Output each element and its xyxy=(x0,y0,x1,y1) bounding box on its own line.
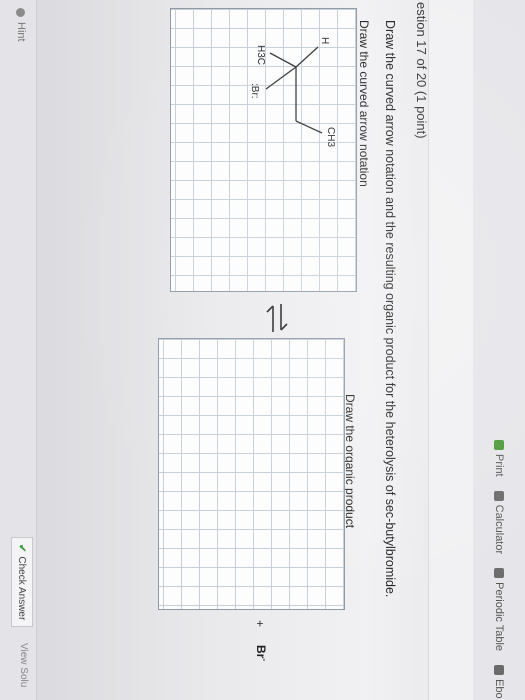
info-icon xyxy=(16,8,26,17)
hint-button[interactable]: Hint xyxy=(15,8,27,42)
question-prompt: Draw the curved arrow notation and the r… xyxy=(383,20,397,598)
bond-c2-ch3 xyxy=(295,120,323,134)
ch3-label: CH3 xyxy=(325,127,336,147)
check-answer-button[interactable]: ✔ Check Answer xyxy=(11,537,33,628)
check-answer-label: Check Answer xyxy=(16,556,28,621)
periodic-table-label: Periodic Table xyxy=(493,582,505,652)
question-title: estion 17 of 20 (1 point) xyxy=(414,2,429,139)
h3c-label: H3C xyxy=(255,45,266,65)
ebook-button[interactable]: Ebo xyxy=(493,665,505,699)
calculator-icon xyxy=(494,490,504,501)
question-header xyxy=(428,0,473,700)
hint-label: Hint xyxy=(15,22,27,42)
table-icon xyxy=(494,568,504,579)
br-label: :Br: xyxy=(249,83,260,99)
checkmark-icon: ✔ xyxy=(16,544,28,553)
plus-sign: + xyxy=(253,620,267,628)
calculator-label: Calculator xyxy=(493,504,505,555)
toolbar: Print Calculator Periodic Table Ebo xyxy=(485,440,513,700)
book-icon xyxy=(494,665,504,676)
print-button[interactable]: Print xyxy=(493,440,505,477)
organic-product-drawing-canvas[interactable] xyxy=(158,338,345,610)
question-screen: Print Calculator Periodic Table Ebo esti… xyxy=(0,0,525,700)
view-solution-button[interactable]: View Solu xyxy=(18,643,29,687)
product-canvas-label: Draw the organic product xyxy=(343,394,357,529)
bromide-ion: Br- xyxy=(254,645,269,661)
calculator-button[interactable]: Calculator xyxy=(493,490,505,555)
sec-butyl-bromide-structure: H3C H :Br: CH3 xyxy=(249,37,336,147)
periodic-table-button[interactable]: Periodic Table xyxy=(493,568,505,651)
curved-arrow-drawing-canvas[interactable]: H3C H :Br: CH3 xyxy=(170,8,357,292)
photo-frame: Print Calculator Periodic Table Ebo esti… xyxy=(0,0,525,700)
bond-h3c-c1 xyxy=(269,52,297,68)
print-label: Print xyxy=(493,454,505,477)
bond-c1-h xyxy=(295,46,319,68)
arrow-canvas-label: Draw the curved arrow notation xyxy=(357,20,371,187)
h-label: H xyxy=(319,37,330,44)
bond-c1-br xyxy=(265,66,297,90)
bromide-charge: - xyxy=(260,658,269,662)
printer-icon xyxy=(494,440,504,450)
ebook-label: Ebo xyxy=(493,679,505,699)
bromide-symbol: Br xyxy=(254,645,268,659)
equilibrium-arrows-icon xyxy=(266,304,288,332)
